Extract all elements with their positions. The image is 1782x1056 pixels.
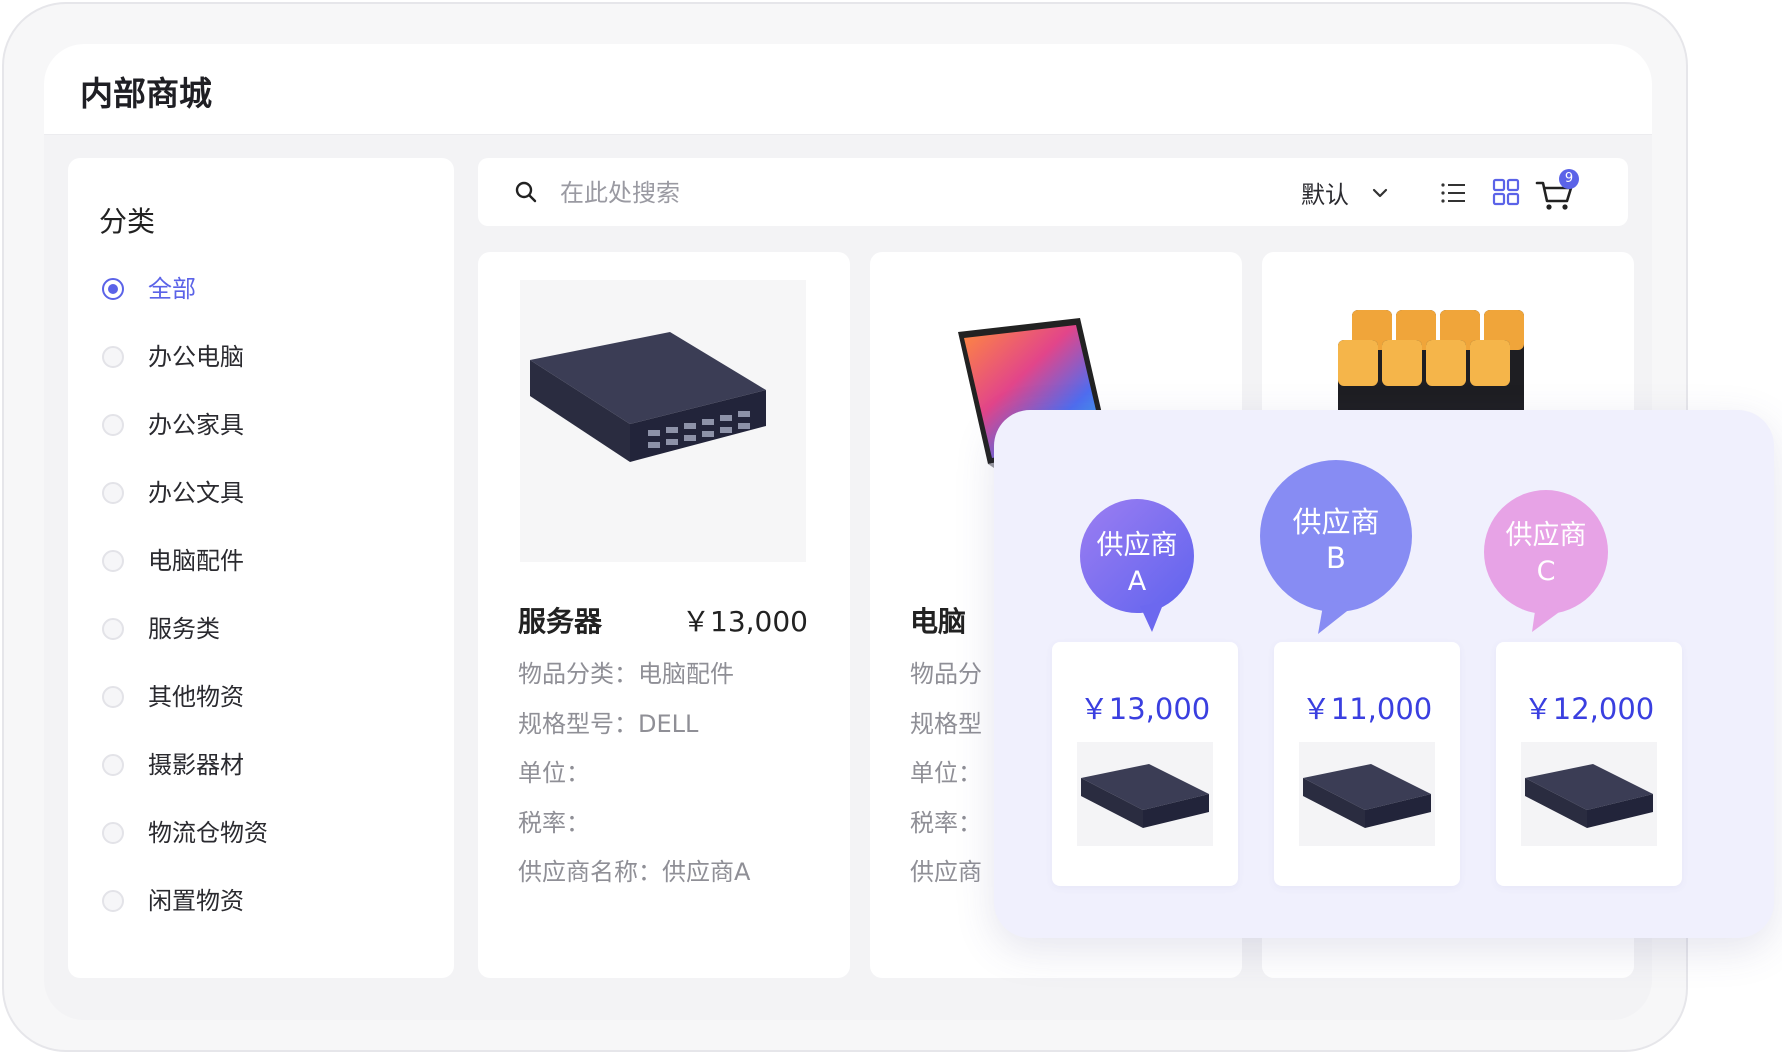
supplier-c-label: 供应商 C bbox=[1505, 520, 1587, 587]
product-unit: 单位： bbox=[910, 759, 982, 787]
category-item-services[interactable]: 服务类 bbox=[102, 614, 268, 682]
list-view-icon[interactable] bbox=[1438, 178, 1468, 208]
product-model: 规格型号：DELL bbox=[518, 710, 699, 738]
product-tax: 税率： bbox=[518, 809, 590, 837]
supplier-b-server-image bbox=[1299, 742, 1435, 846]
product-category: 物品分 bbox=[910, 660, 982, 688]
search-toolbar: 默认 9 bbox=[478, 158, 1628, 226]
category-label: 办公电脑 bbox=[148, 343, 244, 371]
radio-icon[interactable] bbox=[102, 346, 124, 368]
category-label: 办公家具 bbox=[148, 411, 244, 439]
supplier-c-card[interactable]: ￥12,000 bbox=[1496, 642, 1682, 886]
radio-icon[interactable] bbox=[102, 890, 124, 912]
category-list: 全部 办公电脑 办公家具 办公文具 电脑配件 服务类 其他物资 摄影器材 物流仓… bbox=[102, 274, 268, 954]
search-icon[interactable] bbox=[514, 180, 538, 204]
supplier-c-price: ￥12,000 bbox=[1523, 692, 1655, 726]
radio-icon[interactable] bbox=[102, 550, 124, 572]
supplier-b-card[interactable]: ￥11,000 bbox=[1274, 642, 1460, 886]
radio-icon[interactable] bbox=[102, 414, 124, 436]
radio-icon[interactable] bbox=[102, 686, 124, 708]
category-label: 电脑配件 bbox=[148, 547, 244, 575]
product-name: 服务器 bbox=[518, 605, 603, 638]
radio-icon[interactable] bbox=[102, 754, 124, 776]
sort-dropdown[interactable]: 默认 bbox=[1301, 175, 1389, 210]
supplier-a-server-image bbox=[1077, 742, 1213, 846]
grid-view-icon[interactable] bbox=[1491, 177, 1521, 207]
category-item-idle[interactable]: 闲置物资 bbox=[102, 886, 268, 954]
category-label: 摄影器材 bbox=[148, 751, 244, 779]
product-image-server bbox=[520, 280, 806, 562]
category-item-other[interactable]: 其他物资 bbox=[102, 682, 268, 750]
category-item-all[interactable]: 全部 bbox=[102, 274, 268, 342]
product-model: 规格型 bbox=[910, 710, 982, 738]
category-item-office-furniture[interactable]: 办公家具 bbox=[102, 410, 268, 478]
product-category: 物品分类：电脑配件 bbox=[518, 660, 734, 688]
server-image bbox=[530, 332, 766, 462]
product-supplier: 供应商 bbox=[910, 858, 982, 886]
search-input[interactable] bbox=[558, 172, 1162, 214]
category-item-logistics[interactable]: 物流仓物资 bbox=[102, 818, 268, 886]
category-title: 分类 bbox=[99, 205, 156, 238]
category-item-photography[interactable]: 摄影器材 bbox=[102, 750, 268, 818]
category-item-computer-accessories[interactable]: 电脑配件 bbox=[102, 546, 268, 614]
product-unit: 单位： bbox=[518, 759, 590, 787]
category-label: 其他物资 bbox=[148, 683, 244, 711]
radio-icon[interactable] bbox=[102, 618, 124, 640]
title-bar: 内部商城 bbox=[44, 44, 1652, 135]
sort-label: 默认 bbox=[1301, 181, 1349, 209]
product-price: ￥13,000 bbox=[682, 605, 808, 638]
category-label: 服务类 bbox=[148, 615, 220, 643]
supplier-a-card[interactable]: ￥13,000 bbox=[1052, 642, 1238, 886]
product-supplier: 供应商名称：供应商A bbox=[518, 858, 751, 886]
product-tax: 税率： bbox=[910, 809, 982, 837]
product-card[interactable]: 服务器 ￥13,000 物品分类：电脑配件 规格型号：DELL 单位： 税率： … bbox=[478, 252, 850, 978]
radio-icon[interactable] bbox=[102, 822, 124, 844]
radio-selected-icon[interactable] bbox=[102, 278, 124, 300]
chevron-down-icon bbox=[1372, 188, 1388, 197]
product-name: 电脑 bbox=[910, 605, 967, 638]
app-title: 内部商城 bbox=[80, 74, 212, 113]
supplier-b-price: ￥11,000 bbox=[1301, 692, 1433, 726]
category-sidebar: 分类 全部 办公电脑 办公家具 办公文具 电脑配件 服务类 其他物资 摄影器材 … bbox=[68, 158, 454, 978]
category-label: 闲置物资 bbox=[148, 887, 244, 915]
supplier-a-label: 供应商 A bbox=[1096, 530, 1178, 597]
cart-count-badge: 9 bbox=[1559, 169, 1579, 189]
radio-icon[interactable] bbox=[102, 482, 124, 504]
category-label: 办公文具 bbox=[148, 479, 244, 507]
supplier-comparison-panel: 供应商 A 供应商 B 供应商 C ￥13,000 ￥11,000 ￥12,00… bbox=[994, 410, 1774, 938]
supplier-a-price: ￥13,000 bbox=[1079, 692, 1211, 726]
category-item-stationery[interactable]: 办公文具 bbox=[102, 478, 268, 546]
category-label: 全部 bbox=[148, 275, 196, 303]
category-item-office-computer[interactable]: 办公电脑 bbox=[102, 342, 268, 410]
supplier-b-label: 供应商 B bbox=[1292, 505, 1380, 575]
supplier-c-server-image bbox=[1521, 742, 1657, 846]
category-label: 物流仓物资 bbox=[148, 819, 268, 847]
